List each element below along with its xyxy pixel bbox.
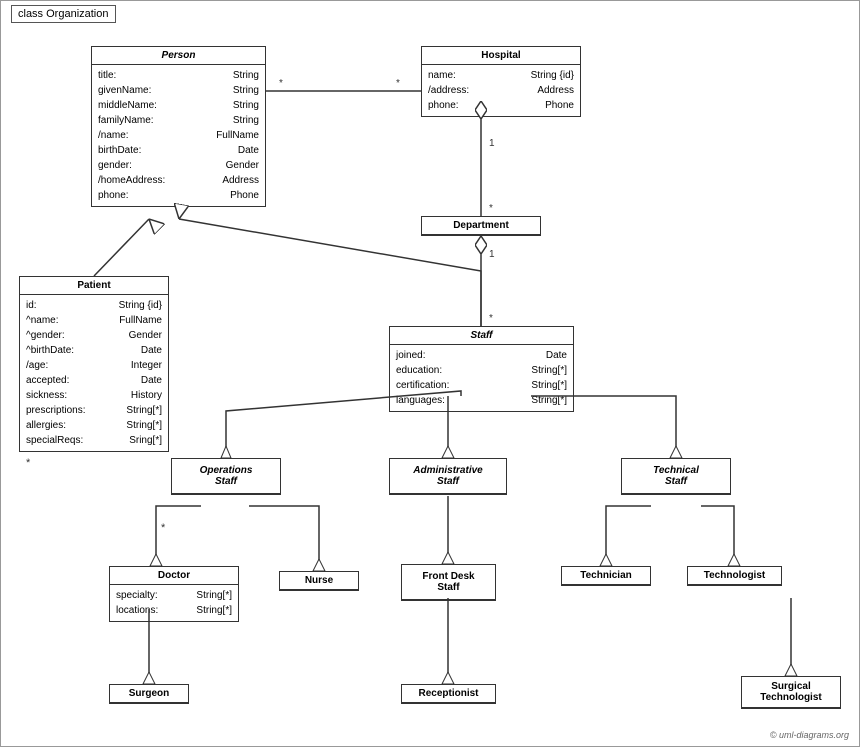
copyright: © uml-diagrams.org <box>770 730 849 740</box>
class-operations-staff-header: OperationsStaff <box>172 459 280 494</box>
class-hospital-header: Hospital <box>422 47 580 65</box>
class-technologist: Technologist <box>687 566 782 586</box>
class-surgical-technologist: SurgicalTechnologist <box>741 676 841 709</box>
class-patient: Patient id:String {id} ^name:FullName ^g… <box>19 276 169 452</box>
class-operations-staff: OperationsStaff <box>171 458 281 495</box>
svg-text:*: * <box>489 203 493 214</box>
class-staff-body: joined:Date education:String[*] certific… <box>390 345 573 411</box>
class-administrative-staff: AdministrativeStaff <box>389 458 507 495</box>
svg-text:1: 1 <box>489 138 495 149</box>
class-technologist-header: Technologist <box>688 567 781 585</box>
class-technical-staff-header: TechnicalStaff <box>622 459 730 494</box>
class-department-header: Department <box>422 217 540 235</box>
class-front-desk-staff-header: Front DeskStaff <box>402 565 495 600</box>
class-nurse-header: Nurse <box>280 572 358 590</box>
class-surgeon-header: Surgeon <box>110 685 188 703</box>
svg-text:*: * <box>279 78 283 89</box>
class-person-body: title:String givenName:String middleName… <box>92 65 265 206</box>
class-nurse: Nurse <box>279 571 359 591</box>
class-receptionist: Receptionist <box>401 684 496 704</box>
class-administrative-staff-header: AdministrativeStaff <box>390 459 506 494</box>
svg-text:*: * <box>396 78 400 89</box>
class-staff: Staff joined:Date education:String[*] ce… <box>389 326 574 412</box>
class-doctor-header: Doctor <box>110 567 238 585</box>
diagram-container: class Organization Person title:String g… <box>0 0 860 747</box>
class-doctor-body: specialty:String[*] locations:String[*] <box>110 585 238 621</box>
class-hospital: Hospital name:String {id} /address:Addre… <box>421 46 581 117</box>
class-staff-header: Staff <box>390 327 573 345</box>
class-patient-header: Patient <box>20 277 168 295</box>
class-surgeon: Surgeon <box>109 684 189 704</box>
class-person: Person title:String givenName:String mid… <box>91 46 266 207</box>
class-technical-staff: TechnicalStaff <box>621 458 731 495</box>
svg-text:*: * <box>26 457 31 469</box>
svg-text:*: * <box>161 522 166 534</box>
class-hospital-body: name:String {id} /address:Address phone:… <box>422 65 580 116</box>
class-patient-body: id:String {id} ^name:FullName ^gender:Ge… <box>20 295 168 451</box>
class-department: Department <box>421 216 541 236</box>
class-technician-header: Technician <box>562 567 650 585</box>
class-technician: Technician <box>561 566 651 586</box>
class-surgical-technologist-header: SurgicalTechnologist <box>742 677 840 708</box>
class-doctor: Doctor specialty:String[*] locations:Str… <box>109 566 239 622</box>
class-receptionist-header: Receptionist <box>402 685 495 703</box>
class-front-desk-staff: Front DeskStaff <box>401 564 496 601</box>
class-person-header: Person <box>92 47 265 65</box>
diagram-title: class Organization <box>11 5 116 23</box>
svg-text:1: 1 <box>489 249 495 260</box>
svg-text:*: * <box>489 313 493 324</box>
